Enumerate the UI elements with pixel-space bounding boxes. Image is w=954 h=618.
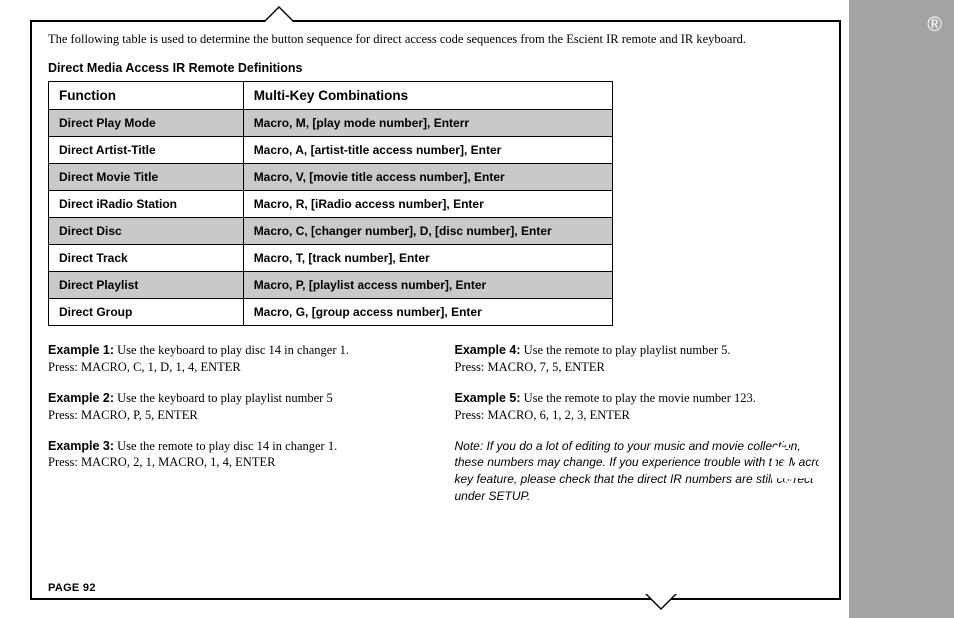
cell-combo: Macro, C, [changer number], D, [disc num… bbox=[243, 218, 612, 245]
header-function: Function bbox=[49, 82, 244, 110]
example-label: Example 1: bbox=[48, 343, 114, 357]
examples-left-column: Example 1: Use the keyboard to play disc… bbox=[48, 342, 423, 505]
table-row: Direct Play ModeMacro, M, [play mode num… bbox=[49, 110, 613, 137]
table-row: Direct DiscMacro, C, [changer number], D… bbox=[49, 218, 613, 245]
page-content: The following table is used to determine… bbox=[0, 0, 849, 618]
definitions-table: Function Multi-Key Combinations Direct P… bbox=[48, 81, 613, 326]
example-press: Press: MACRO, 6, 1, 2, 3, ENTER bbox=[455, 408, 630, 422]
registered-mark: ® bbox=[927, 14, 942, 37]
cell-function: Direct Disc bbox=[49, 218, 244, 245]
example-label: Example 3: bbox=[48, 439, 114, 453]
example-press: Press: MACRO, 2, 1, MACRO, 1, 4, ENTER bbox=[48, 455, 275, 469]
cell-function: Direct Play Mode bbox=[49, 110, 244, 137]
brand-logo: ESCIENT bbox=[754, 181, 841, 486]
cell-combo: Macro, G, [group access number], Enter bbox=[243, 299, 612, 326]
table-header-row: Function Multi-Key Combinations bbox=[49, 82, 613, 110]
cell-function: Direct Group bbox=[49, 299, 244, 326]
intro-text: The following table is used to determine… bbox=[48, 32, 829, 47]
example-text: Use the remote to play playlist number 5… bbox=[521, 343, 731, 357]
cell-function: Direct iRadio Station bbox=[49, 191, 244, 218]
cell-function: Direct Movie Title bbox=[49, 164, 244, 191]
example: Example 1: Use the keyboard to play disc… bbox=[48, 342, 423, 376]
example: Example 2: Use the keyboard to play play… bbox=[48, 390, 423, 424]
cell-combo: Macro, P, [playlist access number], Ente… bbox=[243, 272, 612, 299]
examples-section: Example 1: Use the keyboard to play disc… bbox=[48, 342, 829, 505]
example-text: Use the keyboard to play playlist number… bbox=[114, 391, 333, 405]
cell-combo: Macro, V, [movie title access number], E… bbox=[243, 164, 612, 191]
header-combos: Multi-Key Combinations bbox=[243, 82, 612, 110]
cell-combo: Macro, A, [artist-title access number], … bbox=[243, 137, 612, 164]
cell-function: Direct Track bbox=[49, 245, 244, 272]
table-row: Direct TrackMacro, T, [track number], En… bbox=[49, 245, 613, 272]
example-press: Press: MACRO, C, 1, D, 1, 4, ENTER bbox=[48, 360, 241, 374]
example-text: Use the remote to play the movie number … bbox=[521, 391, 756, 405]
example-press: Press: MACRO, 7, 5, ENTER bbox=[455, 360, 605, 374]
page-number: PAGE 92 bbox=[48, 582, 96, 594]
table-row: Direct iRadio StationMacro, R, [iRadio a… bbox=[49, 191, 613, 218]
sidebar: ® ESCIENT FireBall™ DVDM-100 User's Manu… bbox=[849, 0, 954, 618]
example-text: Use the remote to play disc 14 in change… bbox=[114, 439, 337, 453]
cell-combo: Macro, R, [iRadio access number], Enter bbox=[243, 191, 612, 218]
top-notch-fill bbox=[265, 8, 293, 22]
cell-combo: Macro, T, [track number], Enter bbox=[243, 245, 612, 272]
example-press: Press: MACRO, P, 5, ENTER bbox=[48, 408, 198, 422]
cell-combo: Macro, M, [play mode number], Enterr bbox=[243, 110, 612, 137]
manual-subtitle: FireBall™ DVDM-100 User's Manual bbox=[779, 301, 794, 521]
table-row: Direct GroupMacro, G, [group access numb… bbox=[49, 299, 613, 326]
example-label: Example 5: bbox=[455, 391, 521, 405]
table-row: Direct PlaylistMacro, P, [playlist acces… bbox=[49, 272, 613, 299]
cell-function: Direct Playlist bbox=[49, 272, 244, 299]
example-label: Example 4: bbox=[455, 343, 521, 357]
table-row: Direct Artist-TitleMacro, A, [artist-tit… bbox=[49, 137, 613, 164]
example: Example 3: Use the remote to play disc 1… bbox=[48, 438, 423, 472]
cell-function: Direct Artist-Title bbox=[49, 137, 244, 164]
bottom-notch-fill bbox=[647, 594, 675, 608]
example-label: Example 2: bbox=[48, 391, 114, 405]
table-row: Direct Movie TitleMacro, V, [movie title… bbox=[49, 164, 613, 191]
table-heading: Direct Media Access IR Remote Definition… bbox=[48, 61, 829, 75]
example-text: Use the keyboard to play disc 14 in chan… bbox=[114, 343, 349, 357]
